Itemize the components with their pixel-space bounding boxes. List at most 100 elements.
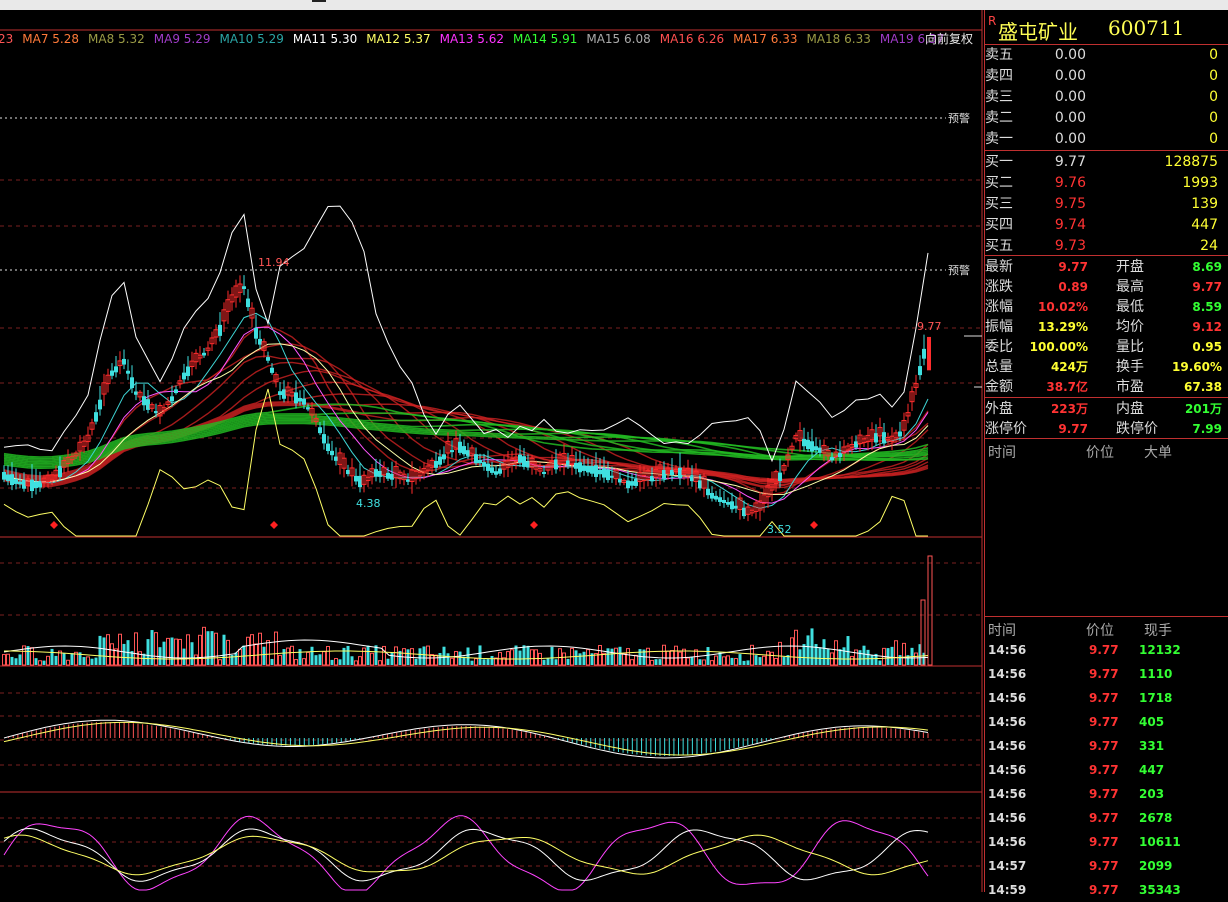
kdj-line xyxy=(3,827,929,882)
volume-bar xyxy=(546,658,550,665)
book-price: 9.74 xyxy=(1054,217,1086,233)
ma-line xyxy=(3,343,929,496)
candle-body xyxy=(2,472,6,480)
volume-bar xyxy=(630,659,634,666)
candle-body xyxy=(434,460,438,468)
volume-bar xyxy=(474,658,478,666)
volume-bar xyxy=(762,655,766,666)
volume-bar xyxy=(150,630,154,665)
volume-bar xyxy=(534,649,538,666)
volume-bar xyxy=(458,651,462,665)
book-price: 9.73 xyxy=(1054,238,1086,254)
order-book-row[interactable]: 买四 9.74 447 xyxy=(984,215,1228,236)
r-flag: R xyxy=(988,14,997,28)
outer-inner-row: 外盘 223万 内盘 201万 xyxy=(984,399,1228,419)
ma-legend-item: MA7 5.28 xyxy=(22,32,80,46)
tick-price: 9.77 xyxy=(1089,643,1119,657)
tick-row[interactable]: 14:57 9.77 2099 xyxy=(984,854,1228,878)
tick-price: 9.77 xyxy=(1089,859,1119,873)
volume-bar xyxy=(794,629,798,666)
candle-body xyxy=(466,450,470,456)
kline-chart[interactable] xyxy=(0,10,984,892)
candle-body xyxy=(486,463,490,471)
tick-row[interactable]: 14:56 9.77 447 xyxy=(984,758,1228,782)
tick-row[interactable]: 14:59 9.77 35343 xyxy=(984,878,1228,902)
panel-left-border xyxy=(984,10,985,892)
order-book-row[interactable]: 卖三 0.00 0 xyxy=(984,87,1228,108)
volume-bar xyxy=(806,635,810,665)
quote-value: 13.29% xyxy=(1038,320,1088,334)
order-book-row[interactable]: 买一 9.77 128875 xyxy=(984,152,1228,173)
volume-bar xyxy=(558,648,562,666)
tick-price: 9.77 xyxy=(1089,835,1119,849)
tick-row[interactable]: 14:56 9.77 203 xyxy=(984,782,1228,806)
candle-body xyxy=(330,450,334,456)
volume-bar xyxy=(246,636,250,666)
tick-row[interactable]: 14:56 9.77 12132 xyxy=(984,638,1228,662)
tick-time-header: 时间 xyxy=(988,623,1016,639)
order-book-row[interactable]: 买三 9.75 139 xyxy=(984,194,1228,215)
quote-value: 9.77 xyxy=(1058,260,1088,274)
volume-bar xyxy=(698,659,702,665)
volume-bar xyxy=(726,655,730,666)
volume-bar xyxy=(298,649,302,665)
volume-bar xyxy=(554,659,558,665)
volume-bar xyxy=(802,644,806,665)
candle-last xyxy=(927,336,931,371)
candle-body xyxy=(182,372,186,380)
adjust-mode-label[interactable]: 向前复权 xyxy=(925,31,973,47)
order-book-row[interactable]: 买五 9.73 24 xyxy=(984,236,1228,257)
kdj-line xyxy=(3,834,929,876)
candle-body xyxy=(474,454,478,464)
window-top-bar xyxy=(0,0,1228,10)
alert-line-label-1: 预警 xyxy=(946,112,972,125)
volume-bar xyxy=(506,651,510,666)
volume-bar xyxy=(310,646,314,665)
volume-bar xyxy=(550,646,554,665)
quote-value: 8.59 xyxy=(1192,300,1222,314)
order-book-row[interactable]: 卖二 0.00 0 xyxy=(984,108,1228,129)
quote-label: 金额 xyxy=(985,379,1013,395)
candle-body xyxy=(170,396,174,402)
tick-row[interactable]: 14:56 9.77 405 xyxy=(984,710,1228,734)
volume-bar xyxy=(38,660,42,666)
ma-ribbon-red xyxy=(3,325,929,496)
candle-body xyxy=(882,432,886,444)
ma-ribbon-red xyxy=(3,361,929,486)
order-book-row[interactable]: 卖一 0.00 0 xyxy=(984,129,1228,150)
volume-bar xyxy=(358,656,362,666)
quote-value: 0.95 xyxy=(1192,340,1222,354)
tick-row[interactable]: 14:56 9.77 1110 xyxy=(984,662,1228,686)
book-level-label: 买二 xyxy=(985,175,1013,191)
signal-diamond xyxy=(50,521,58,529)
volume-bar xyxy=(162,641,166,665)
tick-row[interactable]: 14:56 9.77 10611 xyxy=(984,830,1228,854)
tick-row[interactable]: 14:56 9.77 2678 xyxy=(984,806,1228,830)
volume-bar xyxy=(766,650,770,666)
volume-bar xyxy=(202,626,206,666)
tick-row[interactable]: 14:56 9.77 1718 xyxy=(984,686,1228,710)
candle-body xyxy=(594,465,598,477)
candle-body xyxy=(354,475,358,482)
tick-row[interactable]: 14:56 9.77 331 xyxy=(984,734,1228,758)
volume-bar xyxy=(42,660,46,665)
candle-body xyxy=(450,450,454,453)
candle-body xyxy=(306,407,310,410)
volume-bar xyxy=(706,647,710,665)
order-book-row[interactable]: 卖四 0.00 0 xyxy=(984,66,1228,87)
candle-body xyxy=(278,391,282,396)
candle-body xyxy=(698,480,702,489)
order-book-row[interactable]: 买二 9.76 1993 xyxy=(984,173,1228,194)
tick-time: 14:56 xyxy=(988,715,1027,729)
candle-body xyxy=(802,438,806,447)
candle-body xyxy=(202,352,206,356)
order-book-row[interactable]: 卖五 0.00 0 xyxy=(984,45,1228,66)
volume-bar xyxy=(478,645,482,665)
candle-body xyxy=(34,481,38,489)
volume-bar xyxy=(214,632,218,666)
volume-bar xyxy=(678,651,682,666)
volume-bar xyxy=(686,657,690,666)
volume-bar xyxy=(606,648,610,665)
candle-body xyxy=(518,454,522,463)
volume-bar xyxy=(690,656,694,665)
